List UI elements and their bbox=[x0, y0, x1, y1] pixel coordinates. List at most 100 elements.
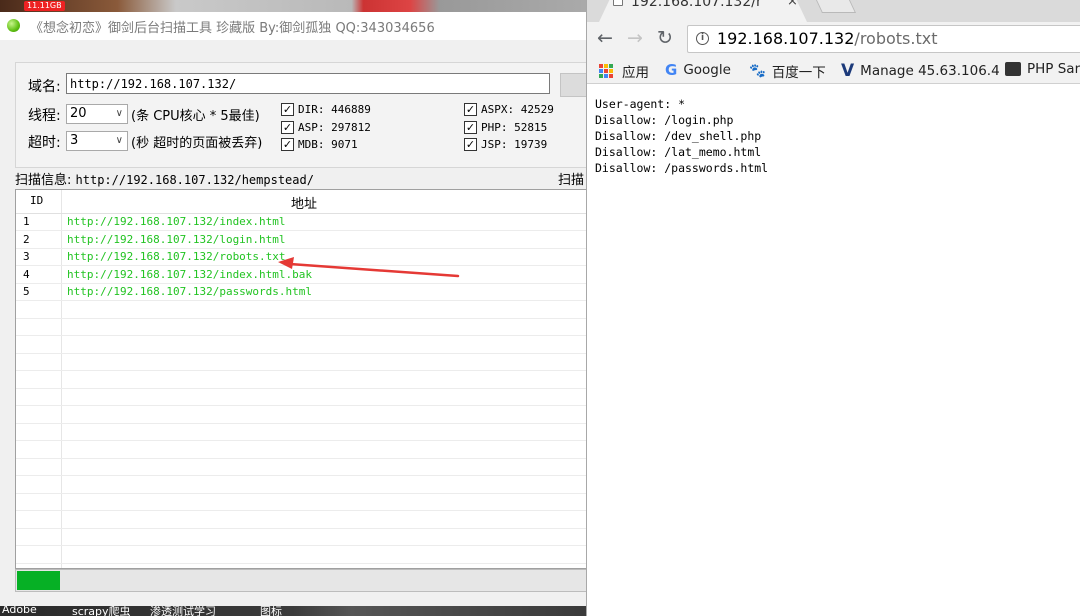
table-row bbox=[16, 493, 586, 511]
dict-checkbox-mdb[interactable]: ✓ MDB: 9071 bbox=[281, 138, 358, 151]
row-url[interactable]: http://192.168.107.132/login.html bbox=[67, 233, 286, 246]
results-table: ID 地址 1 http://192.168.107.132/index.html… bbox=[15, 189, 586, 569]
column-header-id[interactable]: ID bbox=[30, 194, 43, 207]
bookmark-label: 百度一下 bbox=[771, 65, 826, 81]
chevron-down-icon: ∨ bbox=[115, 108, 123, 119]
taskbar-item[interactable]: scrapy爬虫 bbox=[72, 606, 131, 616]
forward-arrow-icon[interactable]: → bbox=[627, 27, 643, 49]
bookmark-google[interactable]: G Google bbox=[665, 61, 731, 79]
scan-info: 扫描信息: http://192.168.107.132/hempstead/ bbox=[15, 169, 314, 188]
tab-title: 192.168.107.132/robot bbox=[631, 0, 761, 10]
threads-value: 20 bbox=[70, 106, 87, 121]
table-row[interactable]: 5 http://192.168.107.132/passwords.html bbox=[16, 283, 586, 301]
table-row bbox=[16, 458, 586, 476]
checkmark-icon: ✓ bbox=[281, 103, 294, 116]
taskbar-item[interactable]: Adobe bbox=[2, 606, 37, 616]
scanner-window: 《想念初恋》御剑后台扫描工具 珍藏版 By:御剑孤独 QQ:343034656 … bbox=[0, 12, 587, 608]
timeout-hint: (秒 超时的页面被丢弃) bbox=[131, 136, 263, 151]
row-id: 3 bbox=[23, 250, 30, 263]
dict-label: MDB: 9071 bbox=[298, 138, 358, 151]
bookmark-php[interactable]: PHP Sar bbox=[1005, 61, 1080, 77]
window-title: 《想念初恋》御剑后台扫描工具 珍藏版 By:御剑孤独 QQ:343034656 bbox=[30, 21, 435, 36]
robots-line: Disallow: /login.php bbox=[595, 113, 734, 127]
new-tab-button[interactable] bbox=[815, 0, 857, 13]
column-header-address[interactable]: 地址 bbox=[291, 193, 317, 212]
table-row bbox=[16, 528, 586, 546]
threads-select[interactable]: 20 ∨ bbox=[66, 104, 128, 124]
robots-line: User-agent: * bbox=[595, 97, 686, 111]
row-url[interactable]: http://192.168.107.132/robots.txt bbox=[67, 250, 286, 263]
threads-hint: (条 CPU核心 * 5最佳) bbox=[131, 109, 260, 124]
browser-window: 192.168.107.132/robot × ← → ↻ i 192.168.… bbox=[586, 0, 1080, 616]
timeout-value: 3 bbox=[70, 133, 79, 148]
dict-checkbox-jsp[interactable]: ✓ JSP: 19739 bbox=[464, 138, 547, 151]
table-row[interactable]: 1 http://192.168.107.132/index.html bbox=[16, 213, 586, 231]
checkmark-icon: ✓ bbox=[464, 121, 477, 134]
bookmark-baidu[interactable]: 🐾 百度一下 bbox=[749, 61, 826, 81]
table-row bbox=[16, 406, 586, 424]
dict-checkbox-php[interactable]: ✓ PHP: 52815 bbox=[464, 121, 547, 134]
bookmark-label: PHP Sar bbox=[1027, 61, 1080, 77]
checkmark-icon: ✓ bbox=[281, 121, 294, 134]
row-url[interactable]: http://192.168.107.132/passwords.html bbox=[67, 285, 312, 298]
dict-label: ASPX: 42529 bbox=[481, 103, 554, 116]
taskbar-item[interactable]: 图标 bbox=[260, 606, 282, 616]
domain-input[interactable]: http://192.168.107.132/ bbox=[66, 73, 550, 94]
table-row bbox=[16, 388, 586, 406]
page-file-icon bbox=[613, 0, 623, 6]
table-row bbox=[16, 336, 586, 354]
table-row[interactable]: 2 http://192.168.107.132/login.html bbox=[16, 231, 586, 249]
row-id: 2 bbox=[23, 232, 30, 246]
table-row bbox=[16, 371, 586, 389]
browser-toolbar: ← → ↻ i 192.168.107.132/robots.txt bbox=[587, 22, 1080, 56]
apps-grid-icon bbox=[599, 64, 613, 78]
close-icon[interactable]: × bbox=[787, 0, 798, 9]
scan-info-label: 扫描信息: bbox=[15, 173, 72, 188]
dict-checkbox-dir[interactable]: ✓ DIR: 446889 bbox=[281, 103, 371, 116]
bookmark-apps[interactable]: 应用 bbox=[599, 61, 649, 81]
bookmark-manage[interactable]: V Manage 45.63.106.4 bbox=[841, 61, 1000, 81]
threads-label: 线程: bbox=[28, 108, 61, 124]
url-path: /robots.txt bbox=[854, 29, 938, 48]
info-icon[interactable]: i bbox=[696, 32, 709, 45]
table-row bbox=[16, 476, 586, 494]
google-icon: G bbox=[665, 61, 678, 79]
table-row bbox=[16, 511, 586, 529]
scan-button[interactable] bbox=[560, 73, 587, 97]
robots-line: Disallow: /lat_memo.html bbox=[595, 145, 762, 159]
robots-line: Disallow: /dev_shell.php bbox=[595, 129, 762, 143]
table-header: ID 地址 bbox=[16, 190, 586, 214]
php-icon bbox=[1005, 62, 1021, 76]
dict-label: ASP: 297812 bbox=[298, 121, 371, 134]
table-row bbox=[16, 301, 586, 319]
reload-icon[interactable]: ↻ bbox=[657, 27, 673, 49]
robots-line: Disallow: /passwords.html bbox=[595, 161, 769, 175]
robots-txt-content: User-agent: * Disallow: /login.php Disal… bbox=[595, 96, 768, 176]
table-row bbox=[16, 546, 586, 564]
dict-label: JSP: 19739 bbox=[481, 138, 548, 151]
memory-badge: 11.11GB bbox=[24, 1, 65, 11]
app-ball-icon bbox=[7, 19, 20, 32]
url-host: 192.168.107.132 bbox=[717, 29, 855, 48]
taskbar-item[interactable]: 渗透测试学习 bbox=[150, 606, 216, 616]
dict-checkbox-asp[interactable]: ✓ ASP: 297812 bbox=[281, 121, 371, 134]
taskbar: Adobe scrapy爬虫 渗透测试学习 图标 bbox=[0, 606, 586, 616]
back-arrow-icon[interactable]: ← bbox=[597, 27, 613, 49]
row-id: 1 bbox=[23, 215, 30, 228]
timeout-select[interactable]: 3 ∨ bbox=[66, 131, 128, 151]
bookmark-label: Manage 45.63.106.4 bbox=[860, 63, 1000, 79]
dict-checkbox-aspx[interactable]: ✓ ASPX: 42529 bbox=[464, 103, 554, 116]
timeout-label: 超时: bbox=[28, 135, 61, 151]
dict-label: DIR: 446889 bbox=[298, 103, 371, 116]
bookmarks-bar: 应用 G Google 🐾 百度一下 V Manage 45.63.106.4 … bbox=[587, 56, 1080, 84]
progress-fill bbox=[17, 571, 60, 590]
tab-strip: 192.168.107.132/robot × bbox=[587, 0, 1080, 22]
address-bar[interactable]: i 192.168.107.132/robots.txt bbox=[687, 25, 1080, 53]
scan-info-right: 扫描 bbox=[558, 173, 585, 188]
baidu-paw-icon: 🐾 bbox=[749, 63, 766, 79]
table-row bbox=[16, 423, 586, 441]
row-url[interactable]: http://192.168.107.132/index.html bbox=[67, 215, 286, 228]
scanner-titlebar: 《想念初恋》御剑后台扫描工具 珍藏版 By:御剑孤独 QQ:343034656 bbox=[0, 12, 586, 40]
bookmark-label: 应用 bbox=[622, 65, 649, 81]
row-id: 5 bbox=[23, 285, 30, 298]
